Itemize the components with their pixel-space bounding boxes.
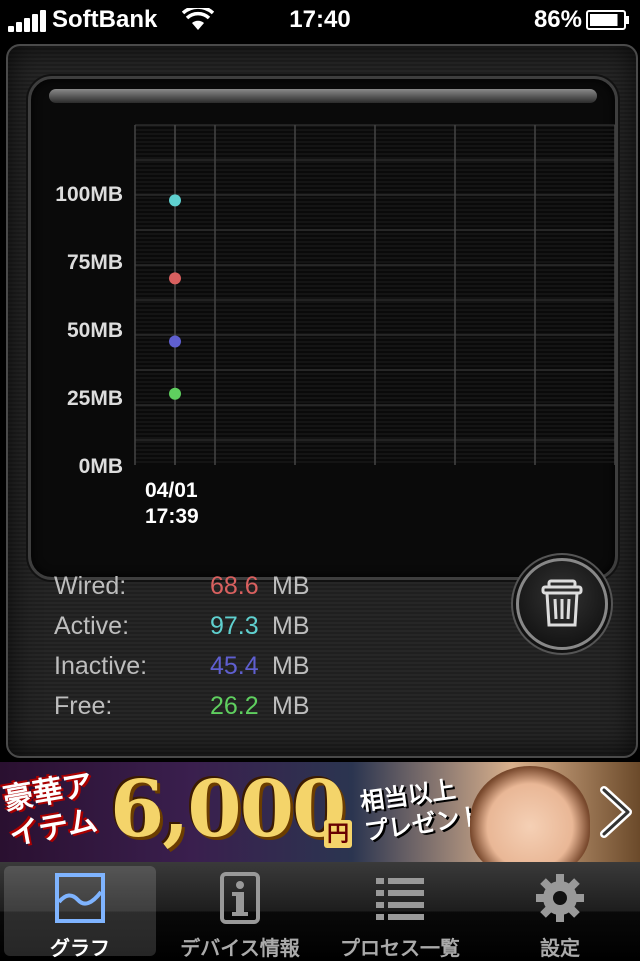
tab-process-list[interactable]: プロセス一覧	[324, 866, 476, 960]
stat-value: 45.4	[210, 652, 259, 680]
graph-icon	[55, 873, 105, 923]
ad-banner[interactable]: 豪華アイテム 6,000 円 相当以上 プレゼント	[0, 762, 640, 862]
stat-row-active: Active: 97.3 MB	[54, 606, 354, 646]
tab-settings[interactable]: 設定	[484, 866, 636, 960]
tab-bar: グラフ デバイス情報 プロセス一覧 設定	[0, 862, 640, 960]
trash-icon	[541, 579, 583, 627]
memory-panel: 100MB 75MB 50MB 25MB 0MB 04/01 17:39 Wired: 68.…	[6, 44, 638, 758]
stat-label: Active:	[54, 612, 130, 640]
stat-unit: MB	[272, 572, 310, 600]
banner-text-right: 相当以上 プレゼント	[358, 772, 486, 848]
memory-chart: 100MB 75MB 50MB 25MB 0MB 04/01 17:39	[55, 124, 615, 528]
tab-device-info[interactable]: デバイス情報	[164, 866, 316, 960]
tab-label: デバイス情報	[180, 938, 300, 960]
stat-value: 68.6	[210, 572, 259, 600]
stat-label: Free:	[54, 692, 113, 720]
stat-unit: MB	[272, 692, 310, 720]
y-tick-label: 50MB	[67, 319, 123, 342]
stat-row-inactive: Inactive: 45.4 MB	[54, 646, 354, 686]
stat-label: Inactive:	[54, 652, 148, 680]
banner-text-left: 豪華アイテム	[0, 768, 100, 853]
x-tick-date: 04/01	[145, 479, 198, 502]
y-tick-label: 0MB	[79, 455, 123, 478]
y-tick-label: 25MB	[67, 387, 123, 410]
graph-frame: 100MB 75MB 50MB 25MB 0MB 04/01 17:39	[28, 76, 618, 580]
status-bar: SoftBank 17:40 86%	[0, 0, 640, 40]
trash-button[interactable]	[516, 558, 608, 650]
stat-row-wired: Wired: 68.6 MB	[54, 566, 354, 606]
data-point-inactive	[169, 335, 181, 348]
tab-label: グラフ	[50, 938, 110, 960]
tab-label: プロセス一覧	[340, 938, 460, 960]
banner-amount: 6,000	[110, 764, 346, 855]
stat-row-free: Free: 26.2 MB	[54, 686, 354, 726]
list-icon	[376, 878, 424, 920]
data-point-wired	[169, 272, 181, 285]
stat-label: Wired:	[54, 572, 127, 600]
info-icon	[220, 872, 260, 924]
battery-percent: 86%	[533, 6, 582, 33]
stat-value: 26.2	[210, 692, 259, 720]
battery-icon	[586, 10, 629, 30]
x-tick-time: 17:39	[145, 505, 199, 528]
y-tick-label: 100MB	[55, 183, 123, 206]
y-tick-label: 75MB	[67, 251, 123, 274]
stat-unit: MB	[272, 612, 310, 640]
gear-icon	[536, 874, 584, 922]
banner-yen: 円	[324, 820, 352, 848]
data-point-free	[169, 387, 181, 400]
stat-unit: MB	[272, 652, 310, 680]
banner-character-image	[470, 766, 590, 862]
tab-graph[interactable]: グラフ	[4, 866, 156, 960]
chevron-right-icon[interactable]	[596, 786, 636, 838]
tab-label: 設定	[540, 938, 580, 960]
data-point-active	[169, 194, 181, 207]
stat-value: 97.3	[210, 612, 259, 640]
